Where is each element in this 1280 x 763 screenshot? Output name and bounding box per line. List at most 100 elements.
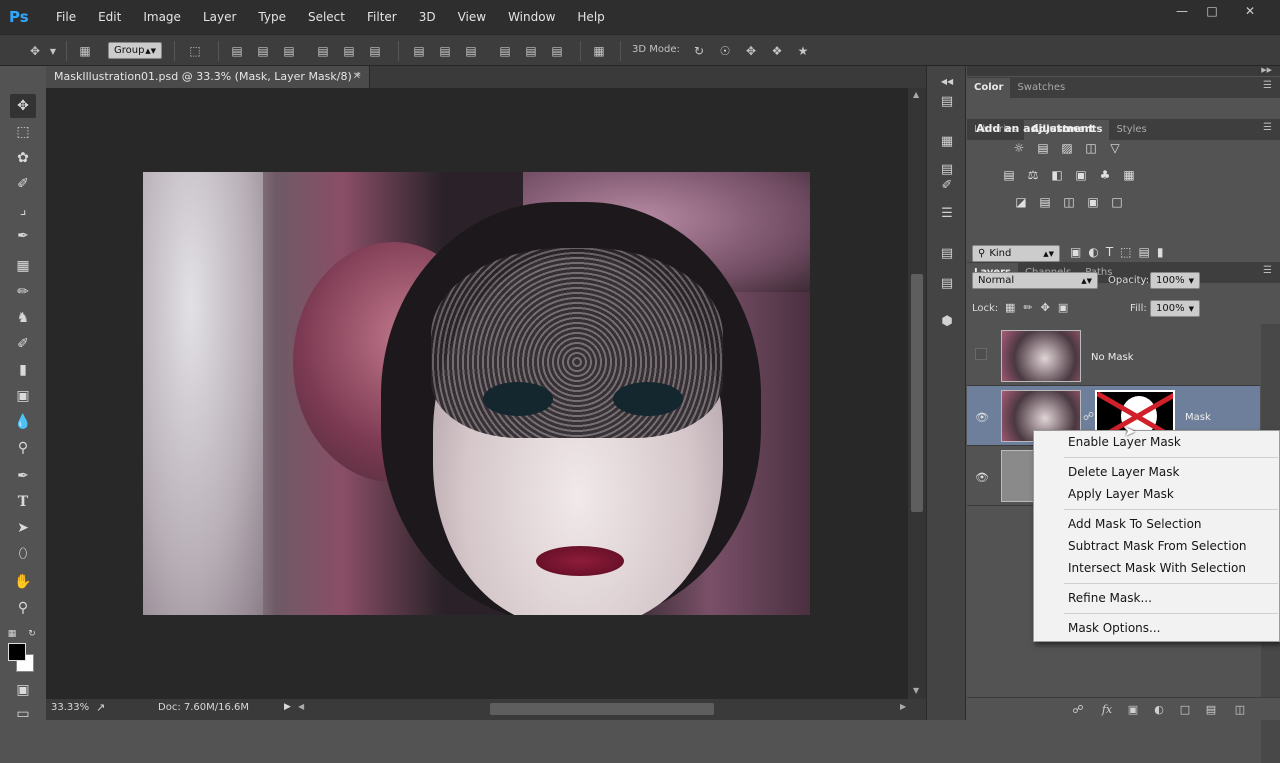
eraser-tool-icon[interactable]: ▮ <box>10 358 36 382</box>
zoom-tool-icon[interactable]: ⚲ <box>10 596 36 620</box>
black-white-icon[interactable]: ◧ <box>1048 167 1066 183</box>
lock-pixels-icon[interactable]: ✏ <box>1023 301 1032 314</box>
quick-mask-icon[interactable]: ▣ <box>10 678 36 702</box>
share-icon[interactable]: ↗ <box>96 701 105 714</box>
vertical-scroll-thumb[interactable] <box>911 274 923 512</box>
3d-rotate-icon[interactable]: ↻ <box>690 42 708 60</box>
fx-icon[interactable]: fx <box>1098 701 1116 717</box>
menu-edit[interactable]: Edit <box>87 0 132 34</box>
align-hcenter-icon[interactable]: ▤ <box>340 42 358 60</box>
menu-file[interactable]: File <box>45 0 87 34</box>
path-selection-tool-icon[interactable]: ➤ <box>10 516 36 540</box>
layer-row-no-mask[interactable]: No Mask <box>967 326 1260 386</box>
curves-icon[interactable]: ▨ <box>1058 140 1076 156</box>
document-image[interactable] <box>143 172 810 615</box>
distribute-top-icon[interactable]: ▤ <box>410 42 428 60</box>
hand-tool-icon[interactable]: ✋ <box>10 570 36 594</box>
menu-image[interactable]: Image <box>132 0 192 34</box>
brush-tool-icon[interactable]: ✏ <box>10 280 36 304</box>
blend-mode-dropdown[interactable]: Normal ▲▼ <box>972 272 1098 289</box>
adjustments-sliders-icon[interactable]: ☰ <box>935 202 959 224</box>
3d-drag-icon[interactable]: ✥ <box>742 42 760 60</box>
align-right-icon[interactable]: ▤ <box>366 42 384 60</box>
gradient-map-icon[interactable]: ▣ <box>1084 194 1102 210</box>
chevron-down-icon[interactable]: ▼ <box>48 42 58 60</box>
menu-intersect-mask-with-selection[interactable]: Intersect Mask With Selection <box>1068 561 1246 575</box>
menu-delete-layer-mask[interactable]: Delete Layer Mask <box>1068 465 1179 479</box>
layer-filter-dropdown[interactable]: ⚲ Kind ▲▼ <box>972 245 1060 262</box>
distribute-hcenter-icon[interactable]: ▤ <box>522 42 540 60</box>
menu-add-mask-to-selection[interactable]: Add Mask To Selection <box>1068 517 1202 531</box>
brightness-icon[interactable]: ☼ <box>1010 140 1028 156</box>
link-icon[interactable]: ☍ <box>1083 410 1094 423</box>
menu-mask-options[interactable]: Mask Options... <box>1068 621 1160 635</box>
notes-panel-icon[interactable]: ▤ <box>935 272 959 294</box>
trash-icon[interactable]: ◫ <box>1231 701 1249 717</box>
dodge-tool-icon[interactable]: ⚲ <box>10 436 36 460</box>
properties-panel-icon[interactable]: ▦ <box>935 130 959 152</box>
gradient-tool-icon[interactable]: ▣ <box>10 384 36 408</box>
color-lookup-icon[interactable]: ▦ <box>1120 167 1138 183</box>
collapse-dock-icon[interactable]: ◀◀ <box>935 70 959 92</box>
new-group-icon[interactable]: □ <box>1176 701 1194 717</box>
close-tab-icon[interactable]: ✕ <box>353 66 361 88</box>
clone-stamp-tool-icon[interactable]: ♞ <box>10 306 36 330</box>
distribute-left-icon[interactable]: ▤ <box>496 42 514 60</box>
menu-apply-layer-mask[interactable]: Apply Layer Mask <box>1068 487 1174 501</box>
marquee-tool-icon[interactable]: ⬚ <box>10 120 36 144</box>
channel-mixer-icon[interactable]: ♣ <box>1096 167 1114 183</box>
scroll-right-icon[interactable]: ▶ <box>900 702 906 711</box>
minimize-icon[interactable]: — <box>1170 4 1194 18</box>
filter-pixel-icon[interactable]: ▣ <box>1070 245 1081 259</box>
3d-roll-icon[interactable]: ☉ <box>716 42 734 60</box>
panel-menu-icon[interactable]: ☰ <box>1263 122 1272 133</box>
lock-position-icon[interactable]: ✥ <box>1041 301 1050 314</box>
filter-shape-icon[interactable]: ⬚ <box>1120 245 1131 259</box>
screen-mode-icon[interactable]: ▭ <box>10 702 36 726</box>
menu-filter[interactable]: Filter <box>356 0 408 34</box>
distribute-bottom-icon[interactable]: ▤ <box>462 42 480 60</box>
menu-refine-mask[interactable]: Refine Mask... <box>1068 591 1152 605</box>
layer-name[interactable]: No Mask <box>1091 352 1134 363</box>
opacity-field[interactable]: 100% ▼ <box>1150 272 1200 289</box>
paragraph-panel-icon[interactable]: ▤ <box>935 242 959 264</box>
panel-menu-icon[interactable]: ☰ <box>1263 265 1272 276</box>
type-tool-icon[interactable]: T <box>10 490 36 514</box>
scroll-up-icon[interactable]: ▲ <box>913 90 919 99</box>
eye-icon[interactable]: 👁 <box>975 410 989 424</box>
tab-styles[interactable]: Styles <box>1109 120 1153 140</box>
scroll-down-icon[interactable]: ▼ <box>913 686 919 695</box>
crop-tool-icon[interactable]: ⌟ <box>10 198 36 222</box>
selective-color-icon[interactable]: □ <box>1108 194 1126 210</box>
quick-select-tool-icon[interactable]: ✐ <box>10 172 36 196</box>
healing-brush-tool-icon[interactable]: ▦ <box>10 254 36 278</box>
menu-3d[interactable]: 3D <box>408 0 447 34</box>
menu-view[interactable]: View <box>447 0 497 34</box>
levels-icon[interactable]: ▤ <box>1034 140 1052 156</box>
blur-tool-icon[interactable]: 💧 <box>10 410 36 434</box>
foreground-color-swatch[interactable] <box>8 643 26 661</box>
zoom-level[interactable]: 33.33% <box>51 702 89 713</box>
align-vcenter-icon[interactable]: ▤ <box>254 42 272 60</box>
ellipse-tool-icon[interactable]: ⬯ <box>10 542 36 566</box>
fill-field[interactable]: 100% ▼ <box>1150 300 1200 317</box>
auto-select-icon[interactable]: ▦ <box>76 42 94 60</box>
posterize-icon[interactable]: ▤ <box>1036 194 1054 210</box>
color-balance-icon[interactable]: ⚖ <box>1024 167 1042 183</box>
close-window-icon[interactable]: ✕ <box>1238 4 1262 18</box>
menu-help[interactable]: Help <box>566 0 615 34</box>
collapse-panels-icon[interactable]: ▶▶ <box>1261 66 1272 74</box>
tab-swatches[interactable]: Swatches <box>1010 78 1072 98</box>
3d-panel-icon[interactable]: ⬢ <box>935 310 959 332</box>
menu-select[interactable]: Select <box>297 0 356 34</box>
menu-layer[interactable]: Layer <box>192 0 247 34</box>
history-brush-tool-icon[interactable]: ✐ <box>10 332 36 356</box>
pen-tool-icon[interactable]: ✒ <box>10 464 36 488</box>
lock-transparent-icon[interactable]: ▦ <box>1005 301 1015 314</box>
3d-scale-icon[interactable]: ★ <box>794 42 812 60</box>
status-menu-arrow-icon[interactable]: ▶ <box>284 702 291 712</box>
auto-align-icon[interactable]: ▦ <box>590 42 608 60</box>
tab-color[interactable]: Color <box>967 78 1011 98</box>
exposure-icon[interactable]: ◫ <box>1082 140 1100 156</box>
panel-menu-icon[interactable]: ☰ <box>1263 80 1272 91</box>
